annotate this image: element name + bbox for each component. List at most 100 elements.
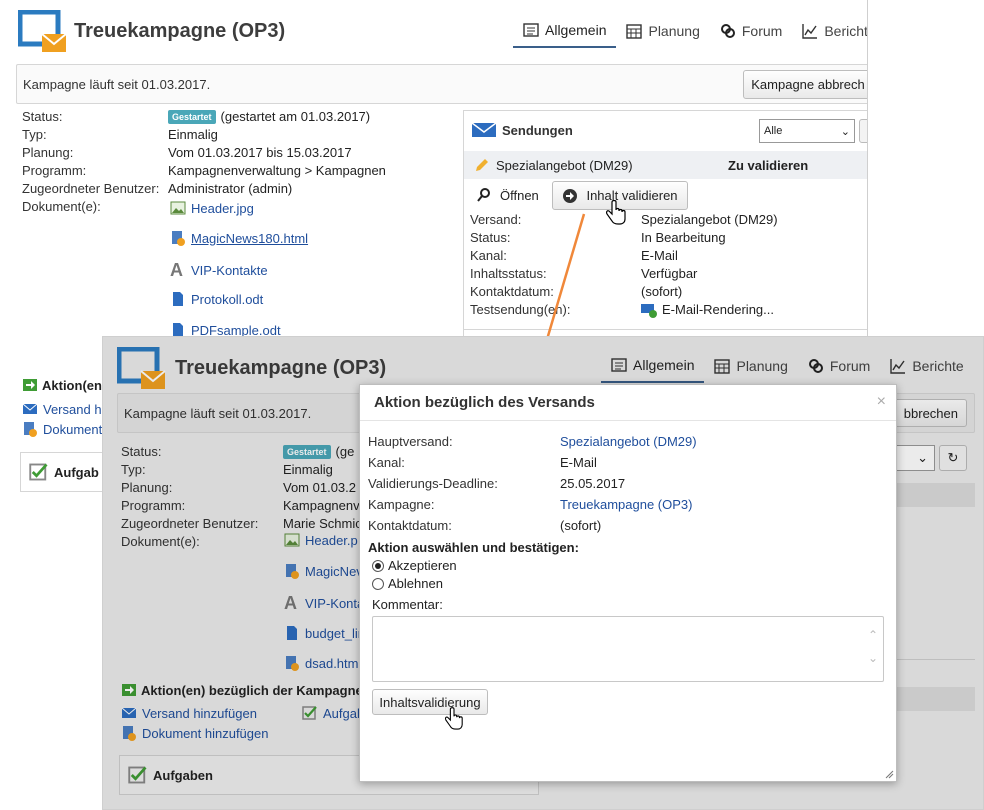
status-bar: Kampagne läuft seit 01.03.2017. xyxy=(16,64,867,104)
filter-value: Alle xyxy=(764,125,783,137)
email-rendering-link[interactable]: E-Mail-Rendering... xyxy=(641,301,774,319)
prop-value: Administrator (admin) xyxy=(168,181,293,196)
status-bar-text: Kampagne läuft seit 01.03.2017. xyxy=(23,76,211,92)
accept-radio[interactable]: Akzeptieren xyxy=(372,558,457,573)
document-link[interactable]: A VIP-Kontakte xyxy=(170,260,268,281)
abort-campaign-button[interactable]: Kampagne abbrech xyxy=(743,70,867,99)
file-icon xyxy=(173,292,183,306)
campaign-logo-icon xyxy=(18,10,67,52)
comment-label: Kommentar: xyxy=(372,597,443,612)
dialog-prop-value: 25.05.2017 xyxy=(560,476,626,491)
prop-label: Planung: xyxy=(22,145,74,160)
tab-bar: Allgemein Planung Forum Bericht xyxy=(513,14,868,48)
prop-label: Programm: xyxy=(22,163,87,178)
detail-value: E-Mail xyxy=(641,248,678,263)
dialog-prop-value: E-Mail xyxy=(560,455,597,470)
delivery-name: Spezialangebot (DM29) xyxy=(496,157,633,173)
actions-section-title: Aktion(en xyxy=(22,377,102,393)
dialog-prop-value: (sofort) xyxy=(560,518,602,533)
list-icon xyxy=(523,23,539,37)
program-link[interactable]: Kampagnenverwaltung > Kampagnen xyxy=(168,162,386,180)
email-rendering-icon xyxy=(641,304,657,318)
tasks-title: Aufgab xyxy=(54,464,99,480)
document-name: MagicNews180.html xyxy=(191,230,309,246)
document-link[interactable]: MagicNews180.html xyxy=(170,230,308,246)
link-label: Dokument xyxy=(43,421,103,437)
open-label: Öffnen xyxy=(500,187,539,203)
radio-indicator xyxy=(372,559,384,572)
content-status-link[interactable]: Verfügbar xyxy=(641,265,697,283)
content-validation-button[interactable]: Inhaltsvalidierung xyxy=(372,689,488,715)
delivery-action-dialog: Aktion bezüglich des Versands × Hauptver… xyxy=(359,384,897,782)
link-label: Versand h xyxy=(43,401,102,417)
arrow-right-icon xyxy=(23,379,37,391)
delivery-filter-select[interactable]: Alle ⌄ xyxy=(759,119,855,143)
choose-action-label: Aktion auswählen und bestätigen: xyxy=(368,540,579,555)
hand-cursor-icon xyxy=(444,707,463,730)
refresh-button[interactable] xyxy=(859,119,867,143)
tab-planung[interactable]: Planung xyxy=(616,14,709,48)
document-link[interactable]: Header.jpg xyxy=(170,200,254,216)
checkbox-icon xyxy=(29,463,48,481)
calendar-icon xyxy=(626,24,643,39)
prop-label: Status: xyxy=(22,109,63,124)
detail-value: Spezialangebot (DM29) xyxy=(641,212,778,227)
document-link[interactable]: Protokoll.odt xyxy=(170,291,263,307)
prop-label: Dokument(e): xyxy=(22,199,101,214)
add-document-link[interactable]: Dokument xyxy=(22,421,102,437)
scroll-down-icon[interactable]: ⌄ xyxy=(868,651,878,665)
campaign-link[interactable]: Treuekampagne (OP3) xyxy=(560,497,692,512)
tab-bericht[interactable]: Bericht xyxy=(792,14,868,48)
dialog-prop-label: Kampagne: xyxy=(368,497,435,512)
rendering-label: E-Mail-Rendering... xyxy=(662,302,774,317)
document-name: VIP-Kontakte xyxy=(191,263,268,278)
open-delivery-button[interactable]: Öffnen xyxy=(476,187,539,203)
chevron-down-icon: ⌄ xyxy=(840,125,850,138)
detail-value: (sofort) xyxy=(641,284,683,299)
prop-label: Typ: xyxy=(22,127,47,142)
radio-label: Akzeptieren xyxy=(388,558,457,573)
dialog-prop-label: Kanal: xyxy=(368,455,405,470)
add-delivery-link[interactable]: Versand h xyxy=(22,401,102,417)
dialog-title: Aktion bezüglich des Versands xyxy=(360,385,896,421)
status-badge: Gestartet xyxy=(168,110,216,124)
delivery-status: Zu validieren xyxy=(728,157,809,173)
close-icon[interactable]: × xyxy=(877,393,886,411)
hand-cursor-icon xyxy=(606,200,626,225)
envelope-icon xyxy=(22,403,38,414)
tab-label: Bericht xyxy=(824,23,868,39)
tab-forum[interactable]: Forum xyxy=(710,14,792,48)
prop-label: Zugeordneter Benutzer: xyxy=(22,181,160,196)
scroll-up-icon[interactable]: ⌃ xyxy=(868,628,878,642)
forum-icon xyxy=(720,24,735,38)
tab-label: Allgemein xyxy=(545,22,607,38)
delivery-row[interactable]: Spezialangebot (DM29) Zu validieren xyxy=(464,151,867,179)
actions-title: Aktion(en xyxy=(42,377,102,393)
page-title: Treuekampagne (OP3) xyxy=(74,20,286,42)
font-icon: A xyxy=(170,260,183,280)
pencil-icon xyxy=(476,159,488,171)
image-file-icon xyxy=(170,201,186,215)
reject-radio[interactable]: Ablehnen xyxy=(372,576,443,591)
dialog-properties: Hauptversand: Spezialangebot (DM29) Kanal… xyxy=(368,431,697,536)
resize-grip-icon[interactable] xyxy=(884,769,894,779)
validate-label: Inhalt validieren xyxy=(586,188,678,203)
prop-value: (gestartet am 01.03.2017) xyxy=(220,109,371,124)
prop-value: Einmalig xyxy=(168,127,218,142)
tab-label: Forum xyxy=(741,23,783,39)
tab-label: Planung xyxy=(648,23,700,39)
radio-label: Ablehnen xyxy=(388,576,443,591)
document-name: Protokoll.odt xyxy=(191,291,264,307)
dialog-prop-label: Kontaktdatum: xyxy=(368,518,452,533)
dialog-prop-label: Validierungs-Deadline: xyxy=(368,476,498,491)
document-name: Header.jpg xyxy=(191,200,254,216)
detail-value: In Bearbeitung xyxy=(641,230,726,245)
search-icon xyxy=(477,188,490,202)
comment-textarea[interactable] xyxy=(372,616,884,682)
document-add-icon xyxy=(24,422,37,437)
arrow-circle-icon xyxy=(563,188,578,203)
tab-allgemein[interactable]: Allgemein xyxy=(513,14,617,48)
chart-icon xyxy=(802,24,818,39)
main-delivery-link[interactable]: Spezialangebot (DM29) xyxy=(560,434,697,449)
radio-indicator xyxy=(372,577,384,590)
